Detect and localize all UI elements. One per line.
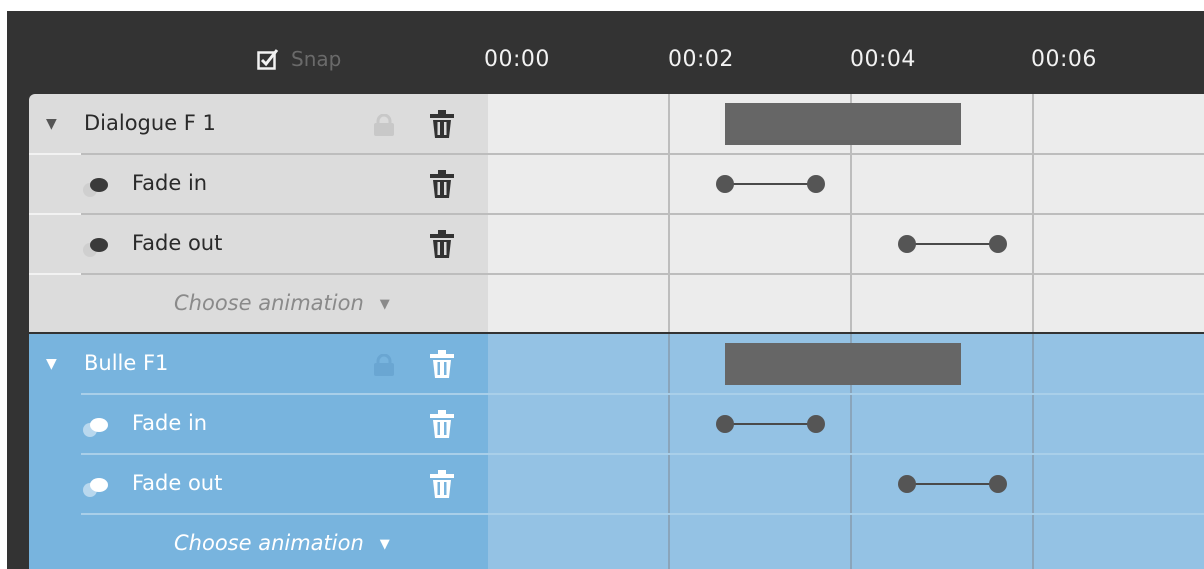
keyframe-end-handle[interactable] <box>806 175 825 193</box>
dropdown-arrow-icon: ▼ <box>379 537 390 552</box>
choose-animation-label: Choose animation <box>174 531 364 555</box>
row-divider <box>29 273 488 275</box>
row-divider-highlight <box>29 153 81 155</box>
keyframe-segment[interactable] <box>906 483 998 485</box>
time-tick-label: 00:06 <box>1031 47 1097 72</box>
row-divider-highlight <box>29 213 81 215</box>
dropdown-arrow-icon: ▼ <box>379 297 390 312</box>
checkbox-checked-icon[interactable] <box>257 48 279 70</box>
choose-animation-label: Choose animation <box>174 291 364 315</box>
keyframe-segment[interactable] <box>724 183 816 185</box>
layer-group: ▼ Dialogue F 1 Fade in Fade out Choose a… <box>29 94 1204 332</box>
trash-icon[interactable] <box>429 409 455 439</box>
fade-icon <box>83 176 117 198</box>
keyframe-start-handle[interactable] <box>897 475 916 493</box>
choose-animation-dropdown[interactable]: Choose animation ▼ <box>174 291 390 315</box>
row-divider <box>29 213 488 215</box>
timeline-header: Snap 00:00 00:02 00:04 00:06 <box>7 11 1204 94</box>
collapse-triangle-icon[interactable]: ▼ <box>46 356 57 372</box>
layer-duration-bar[interactable] <box>724 343 962 385</box>
animation-row[interactable]: Fade out <box>29 214 488 274</box>
row-divider <box>488 513 1204 515</box>
row-divider-highlight <box>29 273 81 275</box>
grid-line <box>1032 334 1034 569</box>
choose-animation-row: Choose animation ▼ <box>29 514 488 569</box>
trash-icon[interactable] <box>429 469 455 499</box>
animation-label: Fade out <box>132 471 223 495</box>
animation-label: Fade in <box>132 411 208 435</box>
row-divider <box>488 273 1204 275</box>
animation-label: Fade in <box>132 171 208 195</box>
keyframe-start-handle[interactable] <box>897 235 916 253</box>
trash-icon[interactable] <box>429 349 455 379</box>
keyframe-start-handle[interactable] <box>715 415 734 433</box>
animation-row[interactable]: Fade in <box>29 154 488 214</box>
time-tick-label: 00:04 <box>850 47 916 72</box>
row-divider <box>488 213 1204 215</box>
lock-icon[interactable] <box>372 353 396 376</box>
layer-list: ▼ Bulle F1 Fade in Fade out Choose anima… <box>29 334 488 569</box>
choose-animation-dropdown[interactable]: Choose animation ▼ <box>174 531 390 555</box>
row-divider <box>488 153 1204 155</box>
trash-icon[interactable] <box>429 109 455 139</box>
snap-toggle[interactable]: Snap <box>257 47 341 71</box>
timeline-track[interactable] <box>488 334 1204 569</box>
keyframe-end-handle[interactable] <box>988 475 1007 493</box>
collapse-triangle-icon[interactable]: ▼ <box>46 116 57 132</box>
fade-icon <box>83 416 117 438</box>
row-divider <box>488 453 1204 455</box>
snap-label: Snap <box>291 47 342 71</box>
animation-row[interactable]: Fade out <box>29 454 488 514</box>
layer-list: ▼ Dialogue F 1 Fade in Fade out Choose a… <box>29 94 488 332</box>
layer-group: ▼ Bulle F1 Fade in Fade out Choose anima… <box>29 334 1204 569</box>
layer-duration-bar[interactable] <box>724 103 962 145</box>
keyframe-segment[interactable] <box>906 243 998 245</box>
trash-icon[interactable] <box>429 169 455 199</box>
row-divider <box>81 453 488 455</box>
keyframe-segment[interactable] <box>724 423 816 425</box>
keyframe-start-handle[interactable] <box>715 175 734 193</box>
time-tick-label: 00:00 <box>484 47 550 72</box>
time-tick-label: 00:02 <box>668 47 734 72</box>
fade-icon <box>83 476 117 498</box>
row-divider <box>81 513 488 515</box>
layer-row[interactable]: ▼ Dialogue F 1 <box>29 94 488 154</box>
keyframe-end-handle[interactable] <box>806 415 825 433</box>
grid-line <box>668 334 670 569</box>
timeline-editor: Snap 00:00 00:02 00:04 00:06 ▼ Dialogue … <box>7 11 1204 569</box>
row-divider <box>81 393 488 395</box>
row-divider <box>29 153 488 155</box>
row-divider <box>488 393 1204 395</box>
trash-icon[interactable] <box>429 229 455 259</box>
timeline-track[interactable] <box>488 94 1204 332</box>
layer-title: Dialogue F 1 <box>84 111 216 135</box>
fade-icon <box>83 236 117 258</box>
animation-row[interactable]: Fade in <box>29 394 488 454</box>
layer-title: Bulle F1 <box>84 351 169 375</box>
layer-row[interactable]: ▼ Bulle F1 <box>29 334 488 394</box>
animation-label: Fade out <box>132 231 223 255</box>
choose-animation-row: Choose animation ▼ <box>29 274 488 334</box>
lock-icon[interactable] <box>372 113 396 136</box>
keyframe-end-handle[interactable] <box>988 235 1007 253</box>
